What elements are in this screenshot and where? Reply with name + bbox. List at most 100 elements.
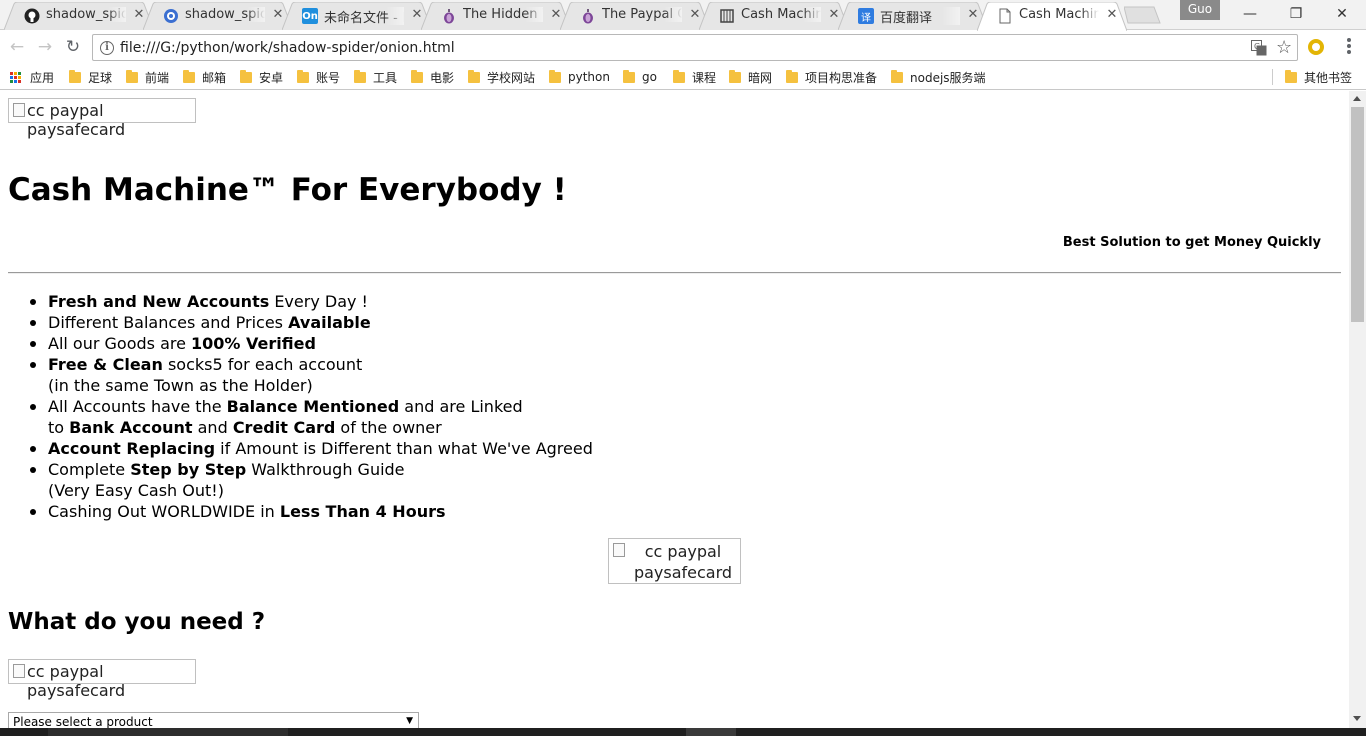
folder-icon	[623, 69, 635, 83]
folder-icon	[297, 69, 309, 83]
svg-text:G: G	[1254, 42, 1260, 51]
bookmark-folder[interactable]: go	[623, 67, 657, 87]
address-bar[interactable]: i file:///G:/python/work/shadow-spider/o…	[92, 34, 1298, 61]
broken-image-icon	[11, 662, 27, 678]
folder-icon	[549, 69, 561, 83]
tab-shadow-spider-1[interactable]: shadow_spider ✕	[4, 2, 154, 30]
vertical-scrollbar[interactable]	[1349, 91, 1366, 728]
bookmark-folder[interactable]: 前端	[126, 67, 169, 87]
broken-image-bottom: cc paypal paysafecard	[8, 659, 196, 700]
page-viewport: cc paypal paysafecard Cash Machine™ For …	[0, 91, 1349, 728]
broken-image-center: cc paypal paysafecard	[608, 538, 741, 584]
bookmark-label: 应用	[30, 70, 55, 85]
translate-icon[interactable]: G	[1251, 40, 1267, 56]
bookmark-folder[interactable]: nodejs服务端	[891, 67, 986, 87]
bookmark-folder[interactable]: 工具	[354, 67, 397, 87]
tab-title: shadow_spider	[46, 7, 126, 22]
tab-title: The Paypal Cash	[602, 7, 682, 22]
info-icon[interactable]: i	[100, 41, 114, 55]
divider	[8, 272, 1341, 274]
folder-icon	[468, 69, 480, 83]
close-window-icon[interactable]: ✕	[1319, 0, 1365, 28]
tab-hidden-wiki[interactable]: The Hidden Wiki ✕	[421, 2, 571, 30]
taskbar-search[interactable]	[48, 728, 288, 736]
bookmark-other[interactable]: 其他书签	[1285, 67, 1352, 87]
bookmark-folder[interactable]: 电影	[411, 67, 454, 87]
new-tab-button[interactable]	[1123, 6, 1162, 24]
folder-icon	[891, 69, 903, 83]
list-item: All Accounts have the Balance Mentioned …	[30, 396, 593, 438]
book-icon	[719, 8, 735, 24]
tab-shadow-spider-2[interactable]: shadow_spider ✕	[143, 2, 293, 30]
tab-cash-machine-1[interactable]: Cash Machine ✕	[699, 2, 849, 30]
bookmark-folder[interactable]: 邮箱	[183, 67, 226, 87]
tagline: Best Solution to get Money Quickly	[1062, 235, 1321, 250]
dropdown-arrow-icon: ▼	[406, 716, 413, 726]
menu-icon[interactable]	[1344, 37, 1354, 57]
address-url[interactable]: file:///G:/python/work/shadow-spider/oni…	[120, 40, 455, 56]
restore-icon[interactable]: ❐	[1273, 0, 1319, 28]
github-icon	[24, 8, 40, 24]
forward-icon[interactable]: →	[34, 37, 56, 59]
processon-icon: On	[302, 8, 318, 24]
extension-icon[interactable]	[1308, 39, 1324, 55]
tab-strip: shadow_spider ✕ shadow_spider ✕ On 未命名文件…	[0, 0, 1366, 31]
scroll-down-icon[interactable]	[1353, 716, 1361, 721]
scroll-up-icon[interactable]	[1353, 96, 1361, 101]
tab-title: 未命名文件 - ProcessOn	[324, 7, 404, 26]
list-item: Fresh and New Accounts Every Day !	[30, 291, 593, 312]
toolbar: ← → ↻ i file:///G:/python/work/shadow-sp…	[0, 31, 1366, 62]
bookmark-folder[interactable]: 足球	[69, 67, 112, 87]
folder-icon	[729, 69, 741, 83]
folder-icon	[126, 69, 138, 83]
list-item: Cashing Out WORLDWIDE in Less Than 4 Hou…	[30, 501, 593, 522]
image-alt-text: cc paypal paysafecard	[27, 101, 126, 139]
close-icon[interactable]: ✕	[1105, 8, 1119, 22]
profile-button[interactable]: Guo	[1180, 0, 1220, 20]
folder-icon	[673, 69, 685, 83]
bookmark-folder[interactable]: python	[549, 67, 610, 87]
bookmark-folder[interactable]: 安卓	[240, 67, 283, 87]
section-heading: What do you need ?	[8, 609, 266, 635]
reload-icon[interactable]: ↻	[62, 37, 84, 59]
folder-icon	[183, 69, 195, 83]
folder-icon	[1285, 69, 1297, 83]
tab-title: The Hidden Wiki	[463, 7, 543, 22]
broken-image-icon	[11, 101, 27, 117]
folder-icon	[354, 69, 366, 83]
tab-paypal-cash[interactable]: The Paypal Cash ✕	[560, 2, 710, 30]
image-alt-text: cc paypal paysafecard	[27, 662, 126, 700]
apps-grid-icon	[10, 71, 21, 83]
product-select[interactable]: Please select a product ▼	[8, 712, 419, 728]
tab-cash-machine-active[interactable]: Cash Machine ✕	[977, 2, 1127, 31]
page-icon	[997, 8, 1013, 24]
folder-icon	[240, 69, 252, 83]
list-item: Account Replacing if Amount is Different…	[30, 439, 593, 458]
scrollbar-thumb[interactable]	[1351, 107, 1364, 322]
list-item: Different Balances and Prices Available	[30, 312, 593, 333]
taskbar	[0, 728, 1366, 736]
bookmark-apps[interactable]: 应用	[10, 67, 54, 87]
bookmark-folder[interactable]: 账号	[297, 67, 340, 87]
list-item: Free & Clean socks5 for each account (in …	[30, 354, 593, 396]
broken-image-top: cc paypal paysafecard	[8, 98, 196, 139]
tab-processon[interactable]: On 未命名文件 - ProcessOn ✕	[282, 2, 432, 30]
tor-onion-icon	[441, 8, 457, 24]
tor-onion-icon	[580, 8, 596, 24]
tab-title: Cash Machine	[741, 7, 821, 22]
bookmark-folder[interactable]: 暗网	[729, 67, 772, 87]
list-item: Complete Step by Step Walkthrough Guide(…	[30, 459, 593, 501]
folder-icon	[411, 69, 423, 83]
taskbar-app[interactable]	[686, 728, 736, 736]
tab-title: 百度翻译	[880, 7, 960, 26]
bookmarks-bar: 应用 足球 前端 邮箱 安卓 账号 工具 电影 学校网站 python go 课…	[0, 63, 1366, 90]
minimize-icon[interactable]: —	[1227, 0, 1273, 28]
feature-list: Fresh and New Accounts Every Day ! Diffe…	[30, 291, 593, 522]
bookmark-star-icon[interactable]: ☆	[1276, 37, 1292, 58]
tab-baidu-translate[interactable]: 译 百度翻译 ✕	[838, 2, 988, 30]
back-icon[interactable]: ←	[6, 37, 28, 59]
bookmark-folder[interactable]: 学校网站	[468, 67, 535, 87]
bookmark-folder[interactable]: 项目构思准备	[786, 67, 877, 87]
bookmark-separator	[1272, 69, 1273, 85]
bookmark-folder[interactable]: 课程	[673, 67, 716, 87]
